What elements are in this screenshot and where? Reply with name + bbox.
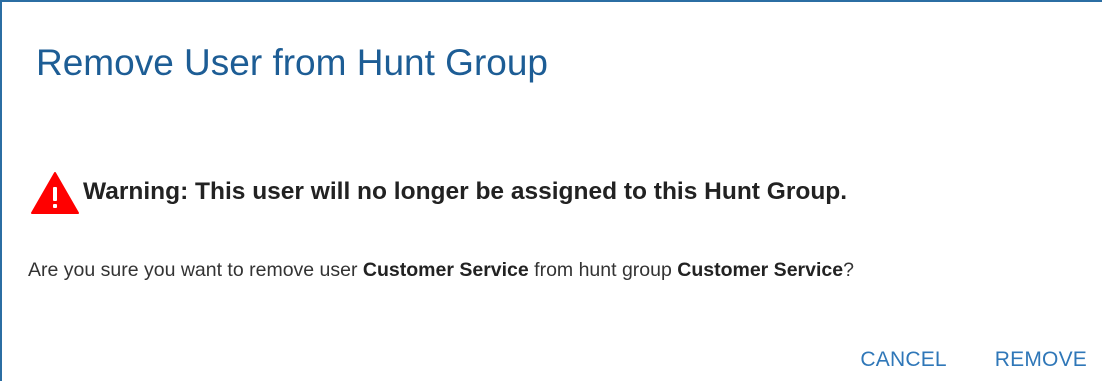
warning-text: Warning: This user will no longer be ass…	[83, 178, 848, 205]
confirmation-text: Are you sure you want to remove user Cus…	[28, 257, 854, 283]
dialog-title: Remove User from Hunt Group	[36, 42, 549, 83]
hunt-group-name: Customer Service	[677, 259, 844, 281]
remove-user-dialog: Remove User from Hunt Group Warning: Thi…	[0, 0, 1102, 381]
confirmation-suffix: ?	[843, 259, 854, 281]
dialog-actions: CANCEL REMOVE	[860, 345, 1102, 375]
user-name: Customer Service	[362, 259, 529, 281]
warning-message: Warning: This user will no longer be ass…	[30, 170, 847, 214]
confirmation-prefix: Are you sure you want to remove user	[28, 259, 363, 281]
cancel-button[interactable]: CANCEL	[860, 346, 946, 374]
warning-triangle-icon	[31, 172, 79, 214]
confirmation-middle: from hunt group	[528, 259, 678, 281]
remove-button[interactable]: REMOVE	[995, 346, 1087, 374]
